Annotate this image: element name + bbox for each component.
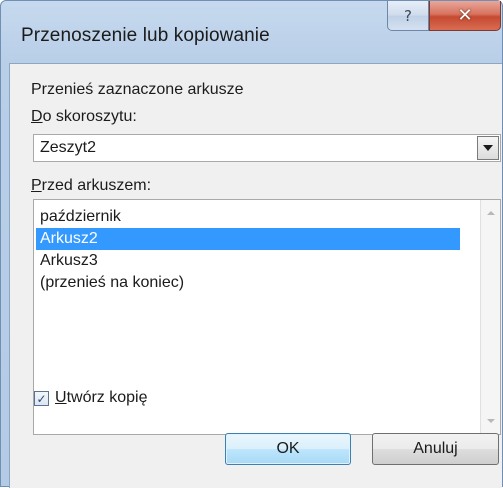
list-item-selected[interactable]: Arkusz2 — [36, 228, 460, 250]
before-sheet-mnemonic: P — [31, 177, 42, 194]
to-book-mnemonic: D — [31, 108, 43, 125]
list-item[interactable]: Arkusz3 — [36, 250, 460, 272]
cancel-button[interactable]: Anuluj — [372, 433, 499, 465]
dialog-body: Przenieś zaznaczone arkusze Do skoroszyt… — [9, 63, 502, 488]
checkmark-icon: ✓ — [36, 391, 47, 406]
combo-dropdown-button[interactable] — [477, 136, 499, 160]
close-icon: ✕ — [457, 5, 473, 26]
scroll-up-icon — [486, 211, 495, 215]
to-book-value: Zeszyt2 — [40, 139, 97, 156]
close-button[interactable]: ✕ — [429, 1, 501, 31]
create-copy-label-text: twórz kopię — [66, 389, 148, 406]
to-book-label: Do skoroszytu: — [31, 108, 137, 126]
create-copy-label[interactable]: Utwórz kopię — [55, 389, 147, 407]
to-book-label-text: o skoroszytu: — [42, 108, 137, 125]
help-icon: ? — [404, 6, 412, 25]
move-selected-label: Przenieś zaznaczone arkusze — [31, 81, 244, 98]
create-copy-checkbox[interactable]: ✓ — [34, 391, 49, 406]
list-item[interactable]: październik — [36, 206, 460, 228]
scroll-down-icon — [486, 419, 495, 423]
window-title: Przenoszenie lub kopiowanie — [21, 25, 270, 46]
before-sheet-label-text: rzed arkuszem: — [41, 177, 152, 194]
ok-button[interactable]: OK — [225, 433, 351, 465]
before-sheet-label: Przed arkuszem: — [31, 177, 151, 195]
vertical-scrollbar[interactable] — [480, 200, 500, 434]
chevron-down-icon — [483, 145, 493, 151]
create-copy-mnemonic: U — [55, 389, 67, 406]
dialog-window: Przenoszenie lub kopiowanie ? ✕ Przenieś… — [0, 0, 503, 488]
help-button[interactable]: ? — [387, 1, 429, 31]
scroll-up-button[interactable] — [481, 204, 500, 222]
scroll-down-button[interactable] — [481, 412, 500, 430]
to-book-combobox[interactable]: Zeszyt2 — [33, 134, 501, 162]
list-item[interactable]: (przenieś na koniec) — [36, 272, 460, 294]
